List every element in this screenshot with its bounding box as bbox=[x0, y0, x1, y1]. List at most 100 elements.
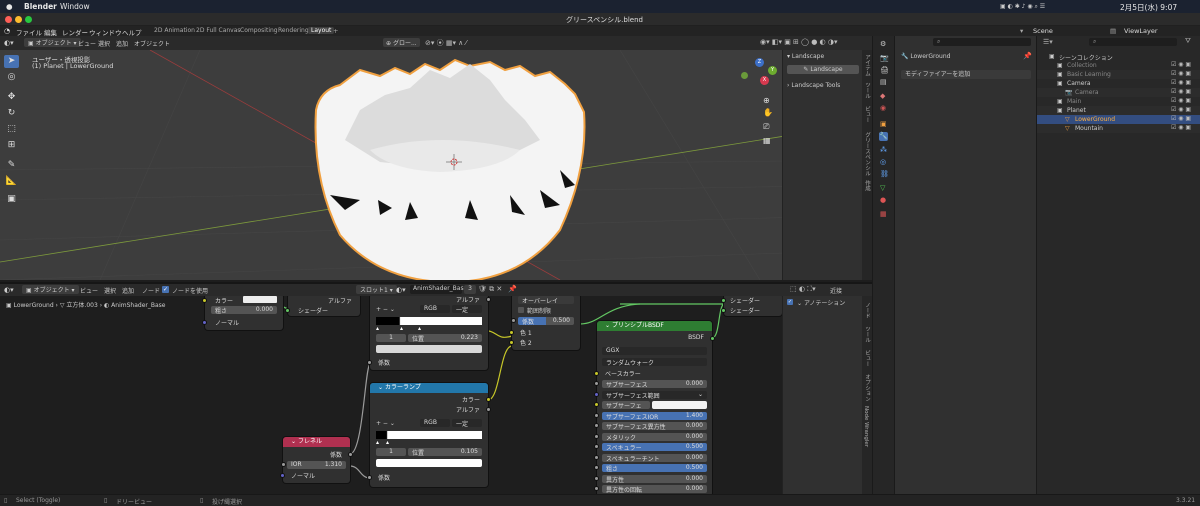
ramp-position-field[interactable]: 位置 0.223 bbox=[408, 334, 482, 343]
ne-menu-view[interactable]: ビュー bbox=[80, 286, 98, 295]
scale-tool-icon[interactable]: ⬚ bbox=[4, 123, 19, 136]
bsdf-input-socket[interactable] bbox=[594, 444, 599, 449]
add-cube-tool-icon[interactable]: ▣ bbox=[4, 193, 19, 206]
object-props-icon[interactable]: ▣ bbox=[880, 120, 889, 129]
tab-item[interactable]: アイテム bbox=[863, 54, 871, 76]
output-props-icon[interactable]: 🖨 bbox=[880, 66, 889, 75]
filter-icon[interactable]: ⛛ bbox=[1185, 37, 1191, 46]
material-props-icon[interactable]: ● bbox=[880, 196, 889, 205]
tool-props-icon[interactable]: ⚙ bbox=[880, 40, 889, 49]
vp-menu-add[interactable]: 追加 bbox=[116, 39, 128, 48]
socket-bsdf-out[interactable] bbox=[710, 336, 715, 341]
outliner-row[interactable]: ▣ Planet ☑ ◉ ▣ bbox=[1037, 106, 1200, 115]
cursor-tool-icon[interactable]: ◎ bbox=[4, 71, 19, 84]
vp-menu-select[interactable]: 選択 bbox=[98, 39, 110, 48]
ramp2-stop-color[interactable] bbox=[376, 459, 482, 467]
ramp-add-remove-icons[interactable]: + − ⌄ bbox=[376, 306, 395, 313]
vp-menu-view[interactable]: ビュー bbox=[78, 39, 96, 48]
bsdf-input-field[interactable]: サブサーフェス範囲 ⌄ bbox=[594, 390, 707, 400]
node-shader-stub[interactable]: アルファ シェーダー bbox=[285, 296, 360, 316]
measure-tool-icon[interactable]: 📐 bbox=[4, 175, 19, 188]
node-principled-bsdf[interactable]: ⌄ プリンシプルBSDF BSDF GGX ランダムウォーク ベースカラー サブ… bbox=[594, 321, 715, 494]
visibility-toggle-icons[interactable]: ☑ ◉ ▣ bbox=[1171, 115, 1191, 122]
outliner-row[interactable]: ▣ Main ☑ ◉ ▣ bbox=[1037, 97, 1200, 106]
ne-menu-node[interactable]: ノード bbox=[142, 286, 160, 295]
fac-slider[interactable]: 係数 0.500 bbox=[511, 317, 574, 326]
blender-logo-icon[interactable]: ◔ bbox=[4, 27, 10, 35]
use-nodes-checkbox[interactable]: ✓ bbox=[162, 286, 169, 293]
ramp2-add-remove-icons[interactable]: + − ⌄ bbox=[376, 420, 395, 427]
ramp2-stop-black[interactable]: ▴ bbox=[376, 439, 379, 446]
mode-select[interactable]: ▣ オブジェクト ▾ bbox=[24, 38, 81, 47]
node-mix-rgb[interactable]: オーバーレイ 範囲制限 係数 0.500 色 1 色 2 bbox=[509, 296, 580, 350]
ne-tab-tool[interactable]: ツール bbox=[863, 326, 871, 343]
bsdf-input-socket[interactable] bbox=[594, 475, 599, 481]
add-workspace-icon[interactable]: + bbox=[333, 27, 338, 35]
landscape-tools-header[interactable]: › Landscape Tools bbox=[787, 82, 840, 89]
outliner-row[interactable]: 📷 Camera ☑ ◉ ▣ bbox=[1037, 88, 1200, 97]
bsdf-input-socket[interactable] bbox=[594, 465, 599, 470]
world-props-icon[interactable]: ◉ bbox=[880, 104, 889, 113]
breadcrumb-material[interactable]: AnimShader_Base bbox=[111, 302, 165, 309]
ne-tab-view[interactable]: ビュー bbox=[863, 350, 871, 367]
material-name-field[interactable]: AnimShader_Base bbox=[410, 285, 467, 294]
outliner-type-icon[interactable]: ☰▾ bbox=[1043, 38, 1053, 46]
sss-method-select[interactable]: ランダムウォーク bbox=[602, 358, 707, 367]
bsdf-input-field[interactable]: 異方性の回転 0.000 bbox=[594, 485, 707, 494]
camera-view-icon[interactable]: ⎚ bbox=[763, 122, 769, 132]
socket-fac2-in[interactable] bbox=[367, 475, 372, 480]
breadcrumb-object[interactable]: LowerGround bbox=[14, 302, 54, 309]
apple-icon[interactable]: ● bbox=[6, 2, 13, 11]
editor-type-icon[interactable]: ◐▾ bbox=[4, 39, 14, 47]
sss-color-swatch[interactable] bbox=[652, 401, 707, 409]
socket-color1[interactable] bbox=[509, 330, 514, 335]
tab-rendering[interactable]: Rendering bbox=[275, 27, 312, 34]
close-button[interactable] bbox=[5, 16, 12, 23]
ne-tab-node[interactable]: ノード bbox=[863, 302, 871, 319]
bsdf-input-socket[interactable] bbox=[594, 433, 599, 439]
tab-grease-pencil[interactable]: グリースペンシル bbox=[863, 132, 871, 176]
visibility-toggle-icons[interactable]: ☑ ◉ ▣ bbox=[1171, 106, 1191, 113]
socket-alpha-out[interactable] bbox=[486, 297, 491, 302]
socket-shader2[interactable] bbox=[721, 308, 726, 313]
zoom-icon[interactable]: ⊕ bbox=[763, 96, 770, 105]
select-tool-icon[interactable]: ➤ bbox=[4, 55, 19, 68]
ramp2-position-field[interactable]: 位置 0.105 bbox=[408, 448, 482, 457]
outliner-row[interactable]: ▣ Basic Learning ☑ ◉ ▣ bbox=[1037, 70, 1200, 79]
shader-node-editor[interactable]: ▣ LowerGround › ▽ 立方体.003 › ◐ AnimShader… bbox=[0, 296, 872, 494]
clamp-checkbox[interactable] bbox=[518, 307, 524, 313]
node-mix-shader-out[interactable]: シェーダー シェーダー bbox=[721, 296, 782, 316]
node-fresnel[interactable]: ⌄ フレネル 係数 IOR 1.310 ノーマル bbox=[280, 437, 353, 483]
socket-color2[interactable] bbox=[509, 340, 514, 345]
ramp-mode-select[interactable]: RGB bbox=[420, 305, 450, 313]
visibility-toggle-icons[interactable]: ☑ ◉ ▣ bbox=[1171, 97, 1191, 104]
ramp-index-field[interactable]: 1 bbox=[376, 334, 406, 342]
ramp-interp-select[interactable]: 一定 bbox=[452, 305, 482, 314]
breadcrumb-mesh[interactable]: 立方体.003 bbox=[66, 302, 97, 309]
ramp2-index-field[interactable]: 1 bbox=[376, 448, 406, 456]
texture-props-icon[interactable]: ▦ bbox=[880, 210, 889, 219]
landscape-section-header[interactable]: ▾ Landscape bbox=[787, 53, 824, 60]
outliner-search-icon[interactable]: ⌕ bbox=[1089, 38, 1177, 46]
pin-icon[interactable]: 📌 bbox=[1023, 52, 1032, 60]
ramp-stop-white[interactable]: ▴ bbox=[418, 325, 421, 332]
ne-mode-select[interactable]: ▣ オブジェクト ▾ bbox=[22, 285, 79, 294]
landscape-button[interactable]: ✎ Landscape bbox=[787, 65, 859, 74]
app-name[interactable]: Blender bbox=[24, 2, 57, 11]
bsdf-input-socket[interactable] bbox=[594, 454, 599, 460]
socket-color[interactable] bbox=[202, 298, 207, 303]
socket-alpha-out[interactable] bbox=[486, 407, 491, 412]
gizmo-z-axis[interactable]: Z bbox=[755, 58, 764, 67]
ne-tab-options[interactable]: オプション bbox=[863, 374, 871, 402]
socket-shader-in[interactable] bbox=[285, 308, 290, 313]
ne-menu-select[interactable]: 選択 bbox=[104, 286, 116, 295]
socket-shader1[interactable] bbox=[721, 298, 726, 303]
physics-props-icon[interactable]: ◎ bbox=[880, 158, 889, 167]
ramp-gradient[interactable] bbox=[376, 317, 482, 325]
tab-2d-full-canvas[interactable]: 2D Full Canvas bbox=[193, 27, 244, 34]
ramp-stop-grey[interactable]: ▴ bbox=[400, 325, 403, 332]
props-search-icon[interactable]: ⌕ bbox=[933, 38, 1031, 46]
viewlayer-name[interactable]: ViewLayer bbox=[1124, 27, 1158, 35]
ior-field[interactable]: IOR 1.310 bbox=[281, 461, 346, 469]
modifier-props-icon[interactable]: 🔧 bbox=[879, 132, 888, 141]
